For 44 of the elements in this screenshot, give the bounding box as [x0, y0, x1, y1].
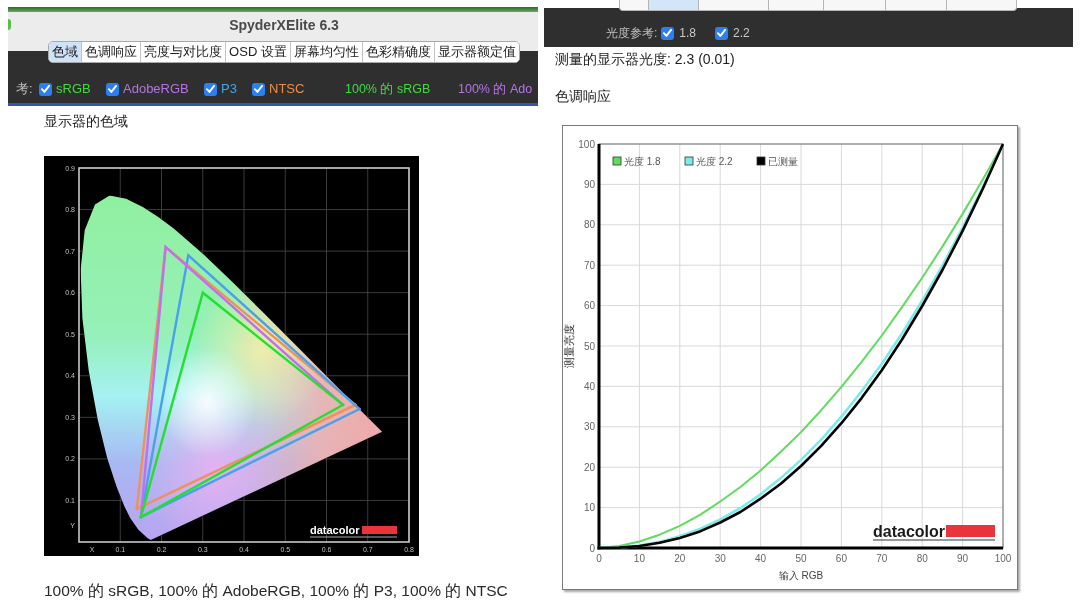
- axis-tick-label: 20: [583, 461, 595, 473]
- axis-label: 输入 RGB: [778, 570, 824, 581]
- axis-tick-label: 60: [583, 300, 595, 312]
- axis-tick-label: 100: [578, 138, 595, 150]
- axis-tick-label: 60: [835, 553, 847, 564]
- axis-tick-label: 90: [957, 553, 969, 564]
- section-heading: 色调响应: [555, 87, 612, 106]
- axis-tick-label: 20: [674, 553, 686, 564]
- axis-tick-label: 100: [994, 553, 1012, 564]
- axis-tick-label: 70: [583, 259, 595, 271]
- axis-tick-label: 70: [876, 553, 888, 564]
- checkbox-label: AdobeRGB: [123, 80, 189, 99]
- axis-tick-label: 10: [633, 553, 645, 564]
- axis-tick-label: 0: [596, 553, 602, 564]
- logo: datacolor: [872, 523, 996, 541]
- measured-gamma-text: 测量的显示器光度: 2.3 (0.01): [555, 50, 736, 69]
- axis-tick-label: 0: [589, 542, 595, 554]
- checkbox-label: 2.2: [733, 25, 750, 42]
- checkbox-label: sRGB: [56, 80, 91, 99]
- axis-tick-label: 10: [583, 502, 595, 514]
- legend-label: 已测量: [768, 156, 798, 167]
- axis-label: 测量亮度: [563, 324, 575, 368]
- legend-label: 光度 2.2: [696, 156, 733, 167]
- reference-label: 考:: [16, 80, 34, 99]
- axis-tick-label: 30: [583, 421, 595, 433]
- axis-tick-label: 50: [795, 553, 807, 564]
- axis-tick-label: 40: [755, 553, 767, 564]
- checkbox-label: 1.8: [679, 25, 697, 42]
- axis-tick-label: 30: [714, 553, 726, 564]
- axis-tick-label: 80: [583, 219, 595, 231]
- axis-tick-label: 80: [916, 553, 928, 564]
- section-heading: 显示器的色域: [44, 112, 129, 131]
- legend-label: 光度 1.8: [624, 156, 661, 167]
- axis-tick-label: 40: [583, 380, 595, 392]
- axis-tick-label: 50: [583, 340, 595, 352]
- coverage-text: 100% 的 sRGB: [345, 80, 431, 98]
- logo: datacolor: [309, 524, 398, 538]
- checkbox-label: P3: [221, 80, 237, 99]
- axis-tick-label: 90: [583, 178, 595, 190]
- coverage-summary: 100% 的 sRGB, 100% 的 AdobeRGB, 100% 的 P3, 100% 的 NTSC: [44, 581, 509, 601]
- reference-label: 光度参考:: [606, 25, 658, 42]
- window-title: SpyderXElite 6.3: [229, 16, 339, 34]
- coverage-text: 100% 的 Ado: [458, 80, 533, 98]
- checkbox-label: NTSC: [269, 80, 305, 99]
